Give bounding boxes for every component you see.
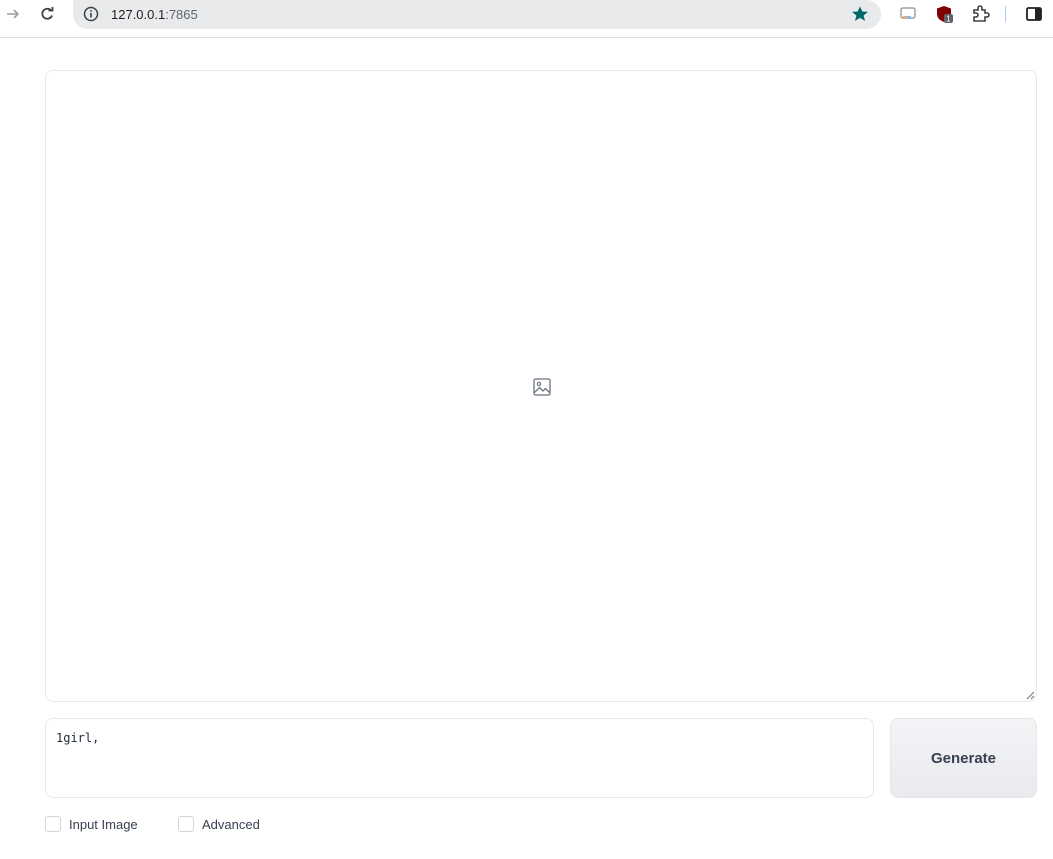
reload-icon (41, 7, 54, 20)
input-image-checkbox[interactable]: Input Image (45, 816, 138, 832)
forward-button[interactable] (2, 3, 24, 25)
checkbox-box[interactable] (45, 816, 61, 832)
url-host: 127.0.0.1 (111, 7, 166, 22)
input-image-label: Input Image (69, 816, 138, 832)
advanced-checkbox[interactable]: Advanced (178, 816, 260, 832)
image-output-panel (45, 70, 1037, 702)
extensions-puzzle-icon[interactable] (970, 4, 990, 24)
toolbar-divider (1005, 6, 1006, 22)
url-port: :7865 (165, 7, 198, 22)
info-icon[interactable] (83, 6, 99, 22)
side-panel-icon[interactable] (1024, 4, 1044, 24)
browser-toolbar: 127.0.0.1:7865 1 (0, 0, 1053, 38)
prompt-input[interactable] (45, 718, 874, 798)
image-icon (533, 378, 551, 396)
generate-button[interactable]: Generate (890, 718, 1037, 798)
svg-text:1: 1 (946, 15, 951, 24)
advanced-label: Advanced (202, 816, 260, 832)
cast-extension-icon[interactable] (898, 4, 918, 24)
ublock-extension-icon[interactable]: 1 (934, 4, 954, 24)
url-text: 127.0.0.1:7865 (111, 7, 198, 22)
arrow-forward-icon (7, 9, 20, 19)
checkbox-box[interactable] (178, 816, 194, 832)
star-icon[interactable] (851, 5, 869, 23)
address-bar[interactable]: 127.0.0.1:7865 (73, 0, 881, 29)
resize-handle-icon[interactable] (1025, 690, 1035, 700)
reload-button[interactable] (36, 3, 58, 25)
